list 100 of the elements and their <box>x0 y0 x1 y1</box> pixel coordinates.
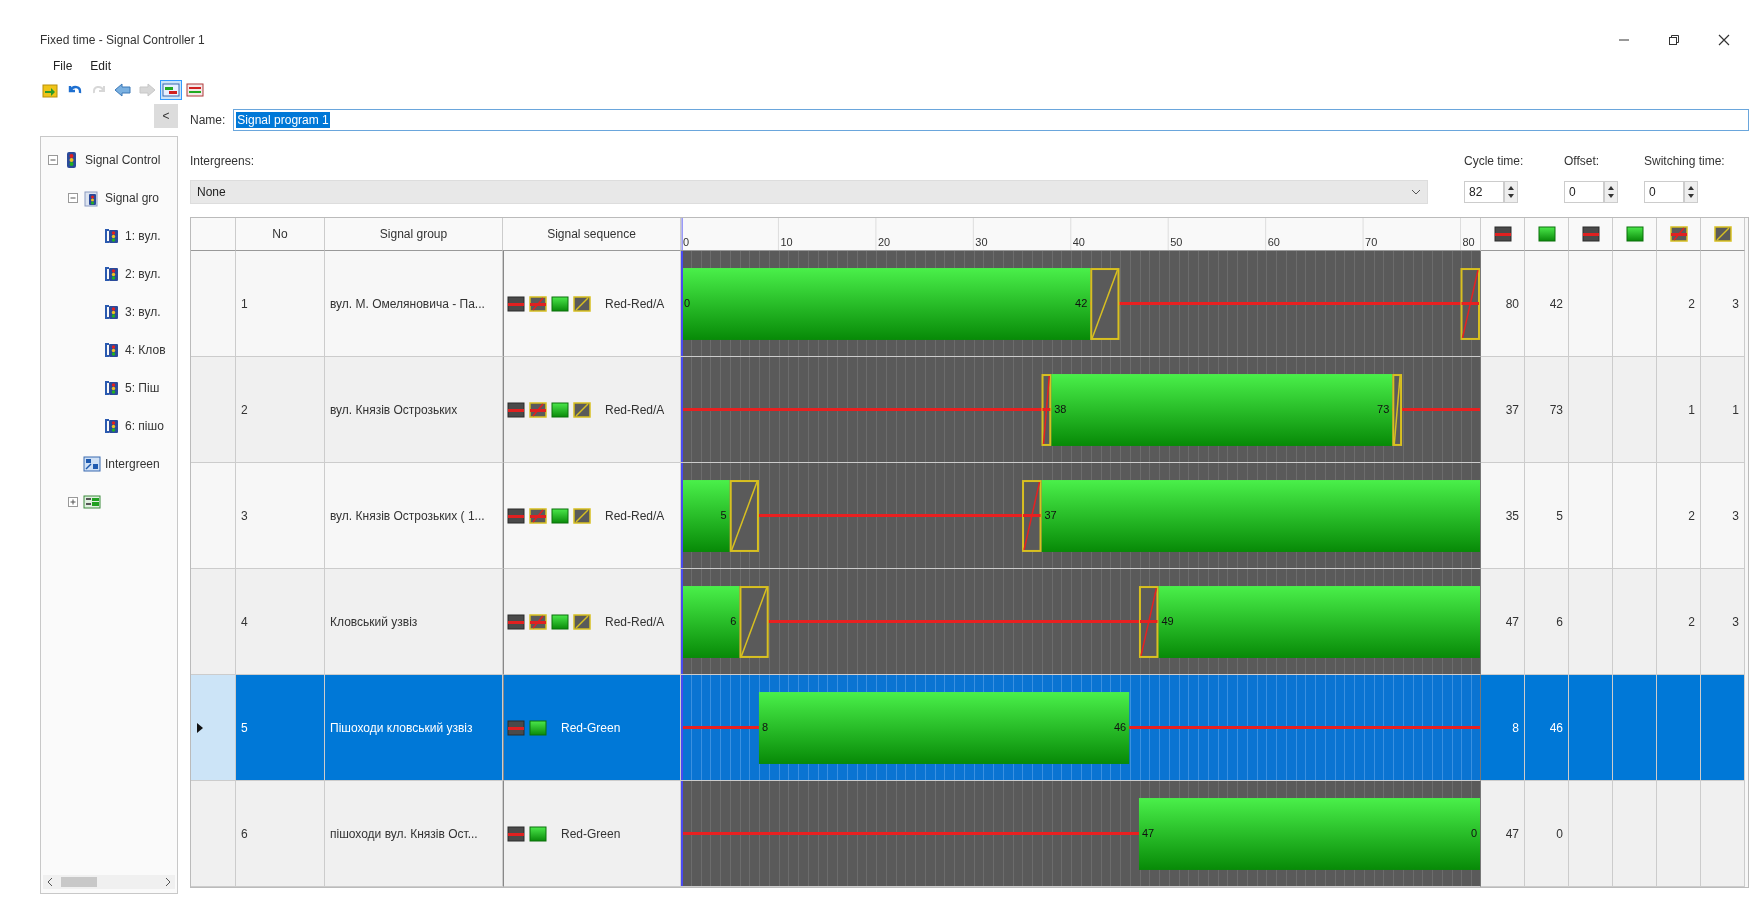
sequence-label: Red-Red/A <box>605 614 665 629</box>
table-cell: 3 <box>1701 463 1745 569</box>
column-header: Signal sequence <box>503 218 681 251</box>
signal-state-icon <box>507 825 525 842</box>
signal-state-icon <box>551 295 569 312</box>
sequence-label: Red-Red/A <box>605 508 665 523</box>
clearance-phase-box <box>1090 268 1120 340</box>
tree-item-label[interactable]: 3: вул. <box>125 305 161 319</box>
chevron-down-icon <box>1411 188 1421 196</box>
table-cell: 0 <box>1525 781 1569 887</box>
phase-time-label: 8 <box>761 721 769 734</box>
table-cell: 73 <box>1525 357 1569 463</box>
table-cell: 6 <box>236 781 325 887</box>
tree-item-label[interactable]: 6: пішо <box>125 419 164 433</box>
phase-time-label: 6 <box>730 615 737 628</box>
sequence-label: Red-Red/A <box>605 402 665 417</box>
table-cell: вул. М. Омеляновича - Па... <box>325 251 503 357</box>
axis-tick-label: 50 <box>1170 236 1183 248</box>
prepare-phase-box <box>1022 480 1042 552</box>
signal-state-icon <box>507 719 525 736</box>
table-cell: 42 <box>1525 251 1569 357</box>
table-cell: 2 <box>1657 463 1701 569</box>
open-phase-bar <box>681 480 730 552</box>
current-row-icon <box>197 722 203 733</box>
table-cell: 5 <box>236 675 325 781</box>
table-cell: вул. Князів Острозьких <box>325 357 503 463</box>
clearance-phase-box <box>1392 374 1403 446</box>
signal-diagram-icon[interactable] <box>160 80 182 100</box>
phase-time-label: 5 <box>720 509 727 522</box>
axis-tick-label: 10 <box>780 236 793 248</box>
menu-item[interactable]: Edit <box>83 57 119 75</box>
tree-item-label[interactable]: Signal gro <box>105 191 160 205</box>
table-cell: 46 <box>1525 675 1569 781</box>
back-arrow-icon[interactable] <box>112 80 134 100</box>
tree-node-icon <box>103 341 121 359</box>
tree-node-icon <box>103 265 121 283</box>
cycle-time-label: Cycle time: <box>1464 153 1524 170</box>
axis-tick-label: 0 <box>683 236 690 248</box>
signal-state-icon <box>573 507 591 524</box>
restore-icon <box>1668 34 1680 46</box>
tree-item-label[interactable]: 2: вул. <box>125 267 161 281</box>
expand-toggle[interactable] <box>67 192 79 204</box>
phase-time-label: 0 <box>684 297 691 310</box>
offset-label: Offset: <box>1564 153 1600 170</box>
name-field[interactable]: Signal program 1 <box>233 109 1749 131</box>
switching-time-label: Switching time: <box>1644 153 1725 170</box>
expand-toggle[interactable] <box>47 154 59 166</box>
signal-table-icon[interactable] <box>184 80 206 100</box>
axis-tick-label: 60 <box>1267 236 1280 248</box>
sequence-label: Red-Red/A <box>605 296 665 311</box>
tree-item-label[interactable]: 5: Пiш <box>125 381 160 395</box>
offset-field[interactable]: 0 <box>1564 181 1604 203</box>
signal-state-icon <box>1537 226 1556 242</box>
table-cell: 1 <box>236 251 325 357</box>
intergreens-dropdown[interactable]: None <box>190 180 1428 204</box>
row-header[interactable] <box>191 251 236 357</box>
signal-state-icon <box>507 401 525 418</box>
table-cell: 1 <box>1657 357 1701 463</box>
table-cell: 3 <box>1701 569 1745 675</box>
horizontal-scrollbar[interactable] <box>43 875 175 889</box>
cycle-time-field[interactable]: 82 <box>1464 181 1504 203</box>
open-phase-bar <box>681 586 740 658</box>
phase-time-label: 37 <box>1044 509 1057 522</box>
name-label: Name: <box>190 112 226 129</box>
sequence-label: Red-Green <box>561 720 621 735</box>
sequence-label: Red-Green <box>561 826 621 841</box>
clearance-phase-box <box>729 480 759 552</box>
signal-state-icon <box>529 507 547 524</box>
tree-item-label[interactable]: Signal Control <box>85 153 161 167</box>
tree-item-label[interactable]: 1: вул. <box>125 229 161 243</box>
expand-toggle[interactable] <box>67 496 79 508</box>
close-icon <box>1718 34 1730 46</box>
signal-state-icon <box>1625 226 1644 242</box>
signal-state-icon <box>507 507 525 524</box>
spin-button[interactable] <box>1504 181 1518 203</box>
tree-item-label[interactable]: 4: Клов <box>125 343 166 357</box>
tree-node-icon <box>83 189 101 207</box>
spin-button[interactable] <box>1604 181 1618 203</box>
spin-button[interactable] <box>1684 181 1698 203</box>
row-header[interactable] <box>191 463 236 569</box>
signal-state-icon <box>551 613 569 630</box>
tree-item-label[interactable]: Intergreen <box>105 457 160 471</box>
phase-time-label: 38 <box>1054 403 1067 416</box>
signal-state-icon <box>1669 226 1688 242</box>
intergreens-label: Intergreens: <box>190 153 256 170</box>
table-cell: 2 <box>236 357 325 463</box>
collapse-button[interactable]: < <box>154 104 178 128</box>
signal-state-icon <box>551 401 569 418</box>
table-cell: 47 <box>1481 781 1525 887</box>
table-cell: 3 <box>1701 251 1745 357</box>
signal-state-icon <box>529 295 547 312</box>
axis-tick-label: 80 <box>1462 236 1475 248</box>
clearance-phase-box <box>739 586 769 658</box>
switching-time-field[interactable]: 0 <box>1644 181 1684 203</box>
table-cell: вул. Князів Острозьких ( 1... <box>325 463 503 569</box>
signal-state-icon <box>1493 226 1512 242</box>
signal-state-icon <box>1581 226 1600 242</box>
signal-state-icon <box>573 613 591 630</box>
table-cell: 37 <box>1481 357 1525 463</box>
menu-item[interactable]: File <box>46 57 80 75</box>
